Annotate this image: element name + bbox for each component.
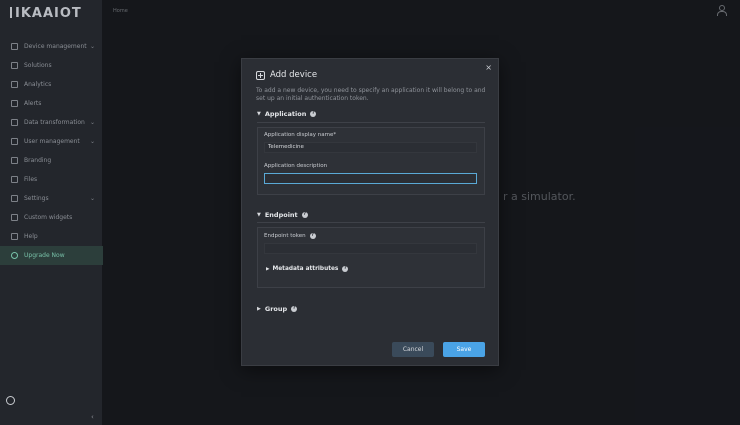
devices-icon: [11, 43, 18, 50]
analytics-icon: [11, 81, 18, 88]
section-group-toggle[interactable]: ▶ Group ?: [257, 305, 298, 313]
sidebar-nav: Device management ⌄ Solutions Analytics A…: [0, 37, 103, 265]
endpoint-token-input[interactable]: [264, 243, 477, 254]
add-box-icon: [256, 70, 265, 80]
collapsed-arrow-icon: ▶: [257, 306, 261, 312]
add-device-dialog: × Add device To add a new device, you ne…: [241, 58, 499, 366]
sidebar-item-upgrade-now[interactable]: Upgrade Now: [0, 246, 103, 265]
sidebar-item-custom-widgets[interactable]: Custom widgets: [0, 208, 103, 227]
divider: [257, 222, 485, 223]
dialog-description: To add a new device, you need to specify…: [256, 87, 486, 102]
chat-support-icon[interactable]: [6, 396, 15, 405]
expanded-arrow-icon: ▼: [257, 212, 261, 218]
app-description-input[interactable]: [264, 173, 477, 184]
sidebar-item-alerts[interactable]: Alerts: [0, 94, 103, 113]
users-icon: [11, 138, 18, 145]
check-circle-icon: [11, 252, 18, 259]
app-logo[interactable]: IKAAIOT: [10, 6, 82, 21]
metadata-attributes-toggle[interactable]: ▶ Metadata attributes ?: [266, 266, 349, 272]
help-icon[interactable]: ?: [310, 111, 317, 117]
collapse-sidebar-icon[interactable]: ‹: [91, 413, 94, 421]
section-endpoint-toggle[interactable]: ▼ Endpoint ?: [257, 211, 308, 219]
section-application-toggle[interactable]: ▼ Application ?: [257, 110, 317, 118]
app-description-label: Application description: [264, 163, 328, 169]
help-icon: [11, 233, 18, 240]
branding-icon: [11, 157, 18, 164]
help-icon[interactable]: ?: [291, 306, 298, 312]
chevron-down-icon: ⌄: [89, 119, 95, 126]
collapsed-arrow-icon: ▶: [266, 266, 270, 272]
endpoint-fields: Endpoint token ? ▶ Metadata attributes ?: [257, 227, 485, 288]
help-icon[interactable]: ?: [309, 233, 316, 239]
cancel-button[interactable]: Cancel: [392, 342, 434, 357]
sidebar-item-user-management[interactable]: User management ⌄: [0, 132, 103, 151]
application-fields: Application display name* Telemedicine A…: [257, 127, 485, 195]
expanded-arrow-icon: ▼: [257, 111, 261, 117]
sidebar-item-solutions[interactable]: Solutions: [0, 56, 103, 75]
help-icon[interactable]: ?: [301, 212, 308, 218]
sidebar-item-data-transformation[interactable]: Data transformation ⌄: [0, 113, 103, 132]
help-icon[interactable]: ?: [342, 266, 349, 272]
app-display-name-label: Application display name*: [264, 132, 337, 138]
sidebar-item-help[interactable]: Help: [0, 227, 103, 246]
sidebar-item-settings[interactable]: Settings ⌄: [0, 189, 103, 208]
close-icon[interactable]: ×: [485, 63, 492, 72]
sidebar-item-analytics[interactable]: Analytics: [0, 75, 103, 94]
gear-icon: [11, 195, 18, 202]
sidebar-item-files[interactable]: Files: [0, 170, 103, 189]
chevron-down-icon: ⌄: [89, 138, 95, 145]
solutions-icon: [11, 62, 18, 69]
dialog-title: Add device: [256, 70, 317, 80]
sidebar: IKAAIOT Device management ⌄ Solutions Ana…: [0, 0, 103, 425]
folder-icon: [11, 176, 18, 183]
save-button[interactable]: Save: [443, 342, 485, 357]
transform-icon: [11, 119, 18, 126]
sidebar-item-branding[interactable]: Branding: [0, 151, 103, 170]
widgets-icon: [11, 214, 18, 221]
divider: [257, 122, 485, 123]
sidebar-item-device-management[interactable]: Device management ⌄: [0, 37, 103, 56]
bell-icon: [11, 100, 18, 107]
chevron-down-icon: ⌄: [89, 43, 95, 50]
endpoint-token-label: Endpoint token ?: [264, 233, 316, 239]
app-display-name-input[interactable]: Telemedicine: [264, 142, 477, 153]
chevron-down-icon: ⌄: [89, 195, 95, 202]
